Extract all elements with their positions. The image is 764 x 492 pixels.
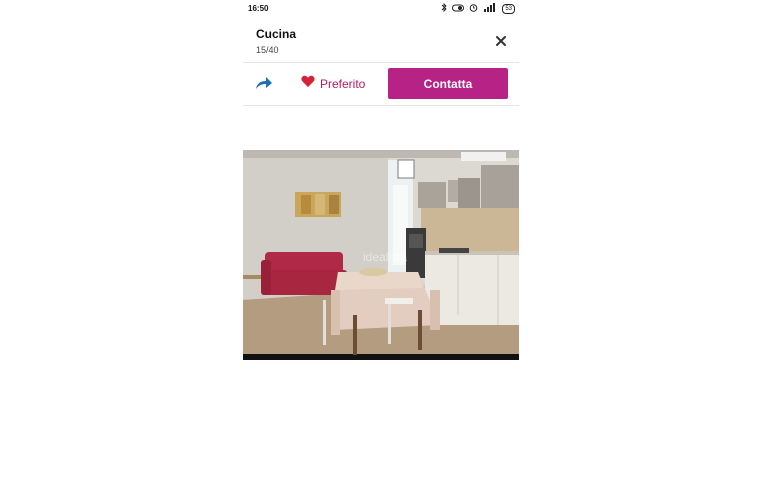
close-icon[interactable] xyxy=(493,33,509,49)
kitchen-photo: idealista xyxy=(243,150,519,360)
action-bar: Preferito Contatta xyxy=(243,63,519,105)
vibrate-icon xyxy=(452,4,465,14)
photo-counter: 15/40 xyxy=(256,45,279,55)
divider xyxy=(243,105,519,106)
favorite-label: Preferito xyxy=(320,77,366,91)
status-bar: 16:50 53 xyxy=(243,0,519,18)
bluetooth-icon xyxy=(441,2,447,14)
alarm-icon xyxy=(469,3,478,14)
battery-icon: 53 xyxy=(502,3,515,14)
contact-button[interactable]: Contatta xyxy=(388,68,508,99)
status-time: 16:50 xyxy=(248,4,269,13)
phone-screen: 16:50 53 Cucina 15/40 Preferito Contatta… xyxy=(243,0,519,492)
page-title: Cucina xyxy=(256,27,297,41)
status-icons: 53 xyxy=(441,2,515,14)
share-icon[interactable] xyxy=(253,74,273,92)
header: Cucina 15/40 xyxy=(243,22,519,62)
heart-icon xyxy=(301,75,315,93)
favorite-button[interactable]: Preferito xyxy=(301,75,365,93)
watermark-text: idealista xyxy=(363,250,407,264)
signal-icon xyxy=(483,3,497,14)
listing-photo[interactable]: idealista xyxy=(243,150,519,360)
